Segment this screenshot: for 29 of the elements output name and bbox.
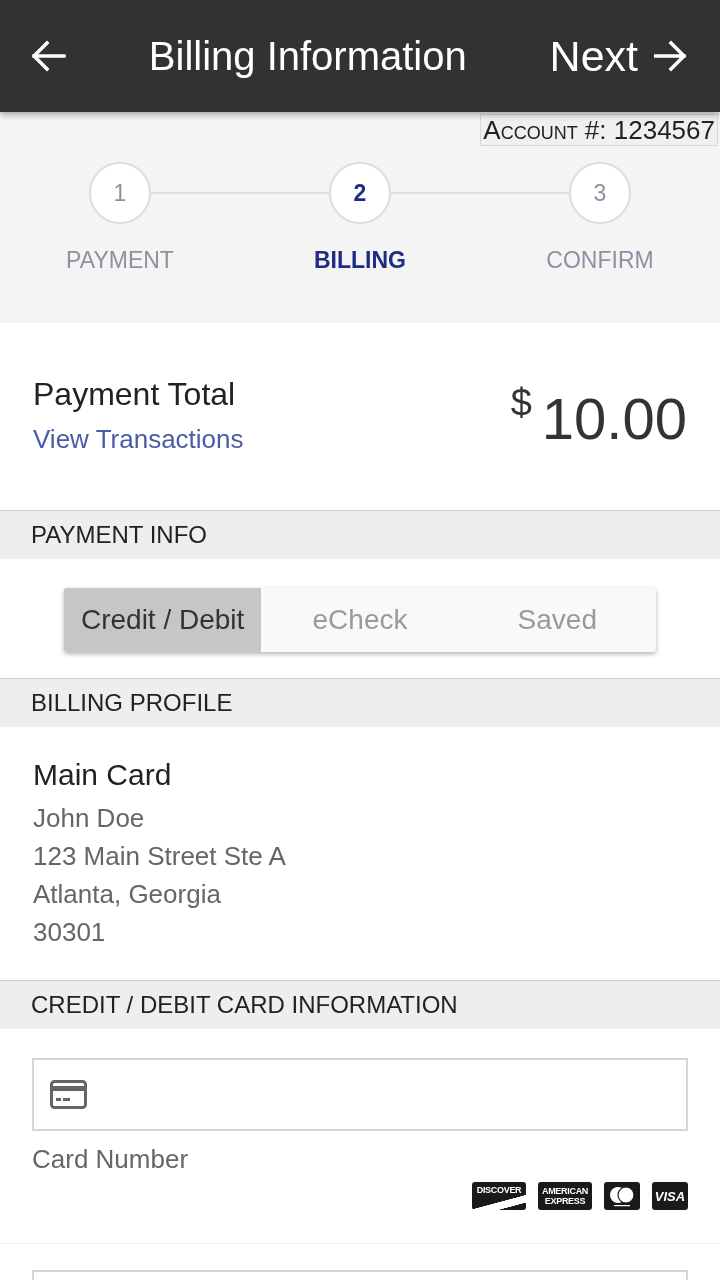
payment-method-tab[interactable]: Credit / Debit bbox=[64, 588, 262, 652]
currency-symbol: $ bbox=[510, 383, 532, 422]
section-heading: BILLING PROFILE bbox=[0, 678, 720, 727]
billing-profile-title: Main Card bbox=[33, 757, 173, 793]
credit-card-icon bbox=[50, 1080, 87, 1109]
card-number-field[interactable] bbox=[32, 1058, 688, 1131]
billing-profile-line: 30301 bbox=[33, 916, 107, 949]
view-transactions-link[interactable]: View Transactions bbox=[33, 419, 244, 459]
billing-profile-line: John Doe bbox=[33, 802, 146, 835]
card-brand-logo: AMERICAN EXPRESS bbox=[538, 1182, 592, 1210]
card-brand-logo: VISA bbox=[652, 1182, 688, 1210]
billing-profile-line: 123 Main Street Ste A bbox=[33, 840, 287, 873]
section-heading: PAYMENT INFO bbox=[0, 510, 720, 559]
next-button[interactable]: Next bbox=[549, 34, 688, 78]
section-heading: CREDIT / DEBIT CARD INFORMATION bbox=[0, 980, 720, 1029]
billing-profile-line: Atlanta, Georgia bbox=[33, 878, 222, 911]
card-brand-logo: DISCOVER bbox=[472, 1182, 526, 1210]
account-number-label: Account #: 1234567 bbox=[480, 114, 718, 146]
step-label: BILLING bbox=[314, 246, 406, 274]
back-arrow-icon bbox=[30, 40, 66, 72]
card-logo-icon bbox=[604, 1182, 640, 1210]
card-number-label: Card Number bbox=[32, 1144, 190, 1174]
page-title: Billing Information bbox=[147, 36, 468, 76]
step-label: CONFIRM bbox=[546, 246, 654, 274]
payment-total-label: Payment Total bbox=[33, 375, 237, 414]
forward-arrow-icon bbox=[654, 40, 688, 72]
payment-amount: 10.00 bbox=[541, 389, 687, 448]
step-label: PAYMENT bbox=[66, 246, 174, 274]
back-button[interactable] bbox=[30, 39, 66, 73]
